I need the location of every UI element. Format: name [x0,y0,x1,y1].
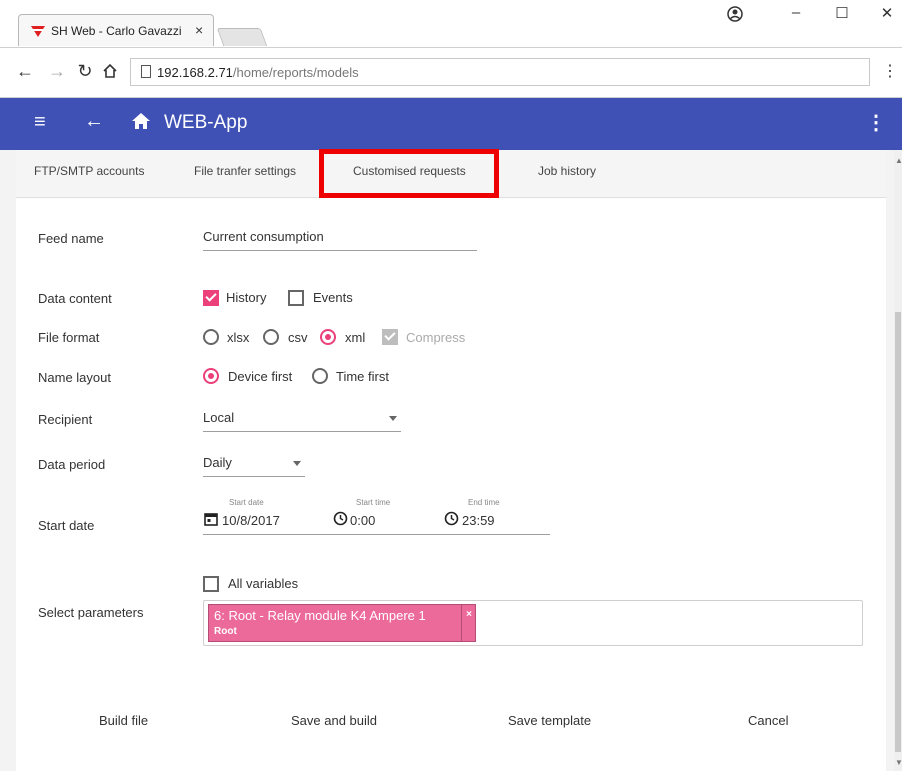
end-time-caption: End time [468,498,500,507]
back-icon[interactable]: ← [84,110,104,133]
name-layout-label: Name layout [38,370,111,385]
xlsx-radio[interactable] [203,329,219,345]
forward-arrow-icon[interactable]: → [46,61,68,82]
events-label: Events [313,290,353,305]
start-date-label: Start date [38,518,95,533]
history-label: History [226,290,267,305]
clock-icon[interactable] [444,511,459,526]
url-text: 192.168.2.71/home/reports/models [157,65,359,80]
select-parameters-label: Select parameters [38,605,144,620]
app-title: WEB-App [164,112,248,133]
data-period-underline [203,476,305,477]
data-period-select[interactable]: Daily [203,455,232,470]
parameter-chip-sublabel: Root [214,626,237,637]
recipient-select[interactable]: Local [203,410,234,425]
save-template-button[interactable]: Save template [508,713,591,728]
all-variables-checkbox[interactable] [203,576,219,592]
browser-menu-icon[interactable]: ⋮ [882,61,898,81]
xlsx-label: xlsx [227,330,250,345]
url-input[interactable]: 192.168.2.71/home/reports/models [130,58,870,86]
address-bar: ← → ↻ 192.168.2.71/home/reports/models ⋮ [0,48,902,98]
save-and-build-button[interactable]: Save and build [291,713,377,728]
tab-job-history[interactable]: Job history [538,164,596,178]
menu-icon[interactable]: ≡ [34,111,46,134]
start-time-input[interactable]: 0:00 [350,513,375,528]
new-tab-button[interactable] [216,28,268,46]
tab-ftp-smtp-accounts[interactable]: FTP/SMTP accounts [34,164,144,178]
scrollbar-thumb[interactable] [895,312,901,752]
device-first-radio[interactable] [203,368,219,384]
app-toolbar: ≡ ← WEB-App ⋮ [0,98,902,150]
xml-label: xml [345,330,366,345]
minimize-button[interactable]: – [783,4,809,21]
compress-label: Compress [406,330,466,345]
build-file-button[interactable]: Build file [99,713,148,728]
csv-radio[interactable] [263,329,279,345]
more-options-icon[interactable]: ⋮ [866,110,886,135]
clock-icon[interactable] [333,511,348,526]
start-time-caption: Start time [356,498,391,507]
csv-label: csv [288,330,308,345]
data-period-dropdown-icon[interactable] [293,461,301,466]
xml-radio[interactable] [320,329,336,345]
maximize-button[interactable]: ☐ [829,4,855,22]
calendar-icon[interactable] [204,512,218,526]
scroll-up-icon[interactable]: ▲ [895,156,902,165]
file-format-label: File format [38,330,100,345]
carlo-gavazzi-logo-icon [31,26,45,37]
home-icon[interactable] [102,63,118,79]
page-icon [141,65,151,78]
cancel-button[interactable]: Cancel [748,713,788,728]
parameter-chip[interactable]: 6: Root - Relay module K4 Ampere 1 Root … [208,604,476,642]
data-period-label: Data period [38,457,106,472]
home-icon[interactable] [130,110,152,132]
device-first-label: Device first [228,369,293,384]
history-checkbox[interactable] [203,290,219,306]
feed-name-input[interactable]: Current consumption [203,229,324,244]
tab-close-icon[interactable]: × [195,22,203,38]
events-checkbox[interactable] [288,290,304,306]
start-date-input[interactable]: 10/8/2017 [222,513,280,528]
recipient-label: Recipient [38,412,93,427]
browser-tab[interactable]: SH Web - Carlo Gavazzi × [18,14,214,46]
recipient-dropdown-icon[interactable] [389,416,397,421]
compress-checkbox[interactable] [382,329,398,345]
tab-file-transfer-settings[interactable]: File tranfer settings [194,164,296,178]
remove-chip-icon[interactable]: × [461,605,476,641]
all-variables-label: All variables [228,576,299,591]
time-first-radio[interactable] [312,368,328,384]
account-icon[interactable] [727,6,743,22]
end-time-input[interactable]: 23:59 [462,513,495,528]
scroll-down-icon[interactable]: ▼ [895,758,902,767]
feed-name-underline [203,250,477,251]
parameter-chip-label: 6: Root - Relay module K4 Ampere 1 [214,608,426,623]
back-arrow-icon[interactable]: ← [14,61,36,82]
recipient-underline [203,431,401,432]
close-window-button[interactable]: ✕ [874,4,900,22]
start-date-caption: Start date [229,498,264,507]
data-content-label: Data content [38,291,112,306]
feed-name-label: Feed name [38,231,104,246]
browser-titlebar: SH Web - Carlo Gavazzi × – ☐ ✕ [0,0,902,48]
tab-title: SH Web - Carlo Gavazzi [51,24,182,38]
reload-icon[interactable]: ↻ [74,61,96,82]
time-first-label: Time first [336,369,389,384]
date-range-underline [203,534,550,535]
highlight-box [319,149,499,198]
form-card [16,198,886,771]
